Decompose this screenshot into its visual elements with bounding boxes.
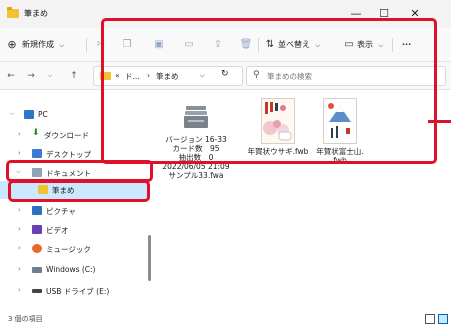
chevron-down-icon: ⌵: [59, 42, 65, 49]
share-icon[interactable]: ⇪: [210, 37, 226, 53]
sidebar-item-label: ピクチャ: [46, 207, 76, 216]
sort-label: 並べ替え: [278, 40, 310, 49]
view-icon: ▭: [344, 39, 354, 50]
toolbar-divider: [392, 38, 393, 52]
sidebar-item-label: デスクトップ: [46, 150, 91, 159]
folder-icon: [100, 72, 111, 80]
sidebar-item-label: USB ドライブ (E:): [46, 287, 110, 296]
file-name: 年賀状富士山. fwb: [316, 147, 364, 165]
file-name: バージョン 16-33 カード数 95 抽出数 0 2022/06/05 21:…: [162, 135, 230, 180]
sort-button[interactable]: 並べ替え ⌵: [278, 37, 320, 53]
sidebar-item-usb-e[interactable]: › USB ドライブ (E:): [0, 282, 150, 300]
address-bar: ← → ⌵ ↑ « ド... › 筆まめ ⌵ ↻ ⚲ 筆まめの検索: [0, 62, 451, 90]
sidebar-item-label: Windows (C:): [46, 265, 96, 274]
toolbar-divider: [258, 38, 259, 52]
sidebar-item-documents[interactable]: ⌵ ドキュメント: [0, 164, 150, 182]
recent-locations-icon[interactable]: ⌵: [43, 69, 57, 83]
chevron-right-icon[interactable]: ›: [18, 244, 21, 252]
sort-icon: ⇅: [265, 39, 275, 50]
delete-icon[interactable]: 🗑: [238, 37, 254, 53]
breadcrumb[interactable]: « ド... › 筆まめ ⌵ ↻: [93, 66, 243, 86]
desktop-icon: [32, 149, 42, 158]
chevron-right-icon[interactable]: ›: [18, 206, 21, 214]
window-title: 筆まめ: [24, 9, 48, 18]
chevron-right-icon[interactable]: ›: [18, 149, 21, 157]
sidebar-item-desktop[interactable]: › デスクトップ: [0, 145, 150, 163]
more-options-button[interactable]: ···: [402, 37, 411, 53]
search-box[interactable]: ⚲ 筆まめの検索: [246, 66, 446, 86]
file-list: バージョン 16-33 カード数 95 抽出数 0 2022/06/05 21:…: [151, 90, 451, 312]
new-label: 新規作成: [22, 40, 54, 49]
copy-icon[interactable]: ❐: [119, 37, 135, 53]
sidebar-item-music[interactable]: › ミュージック: [0, 240, 150, 258]
chevron-right-icon[interactable]: ›: [18, 265, 21, 273]
sidebar-item-label: ダウンロード: [44, 131, 89, 140]
download-icon: ⬇: [32, 128, 40, 138]
chevron-down-icon[interactable]: ⌵: [10, 110, 15, 118]
sidebar-item-pictures[interactable]: › ピクチャ: [0, 202, 150, 220]
music-icon: [32, 244, 42, 253]
maximize-button[interactable]: ☐: [373, 6, 395, 22]
nengajo-thumbnail: [261, 98, 295, 144]
file-icon: [181, 102, 211, 132]
sidebar-item-label: ドキュメント: [46, 169, 91, 178]
close-button[interactable]: ✕: [404, 6, 426, 22]
chevron-down-icon: ⌵: [315, 42, 321, 49]
pc-icon: [24, 110, 34, 119]
details-view-icon[interactable]: [425, 314, 435, 324]
sidebar-item-windows-c[interactable]: › Windows (C:): [0, 261, 150, 279]
videos-icon: [32, 225, 42, 234]
status-bar: 3 個の項目: [0, 312, 451, 326]
folder-icon: [38, 185, 48, 194]
breadcrumb-overflow[interactable]: «: [115, 71, 120, 80]
up-arrow-icon[interactable]: ↑: [67, 69, 81, 83]
chevron-down-icon: ⌵: [378, 42, 384, 49]
sidebar-item-downloads[interactable]: › ⬇ ダウンロード: [0, 126, 150, 144]
usb-drive-icon: [32, 289, 42, 293]
rename-icon[interactable]: ▭: [181, 37, 197, 53]
documents-icon: [32, 168, 42, 177]
search-placeholder: 筆まめの検索: [267, 72, 312, 81]
plus-circle-icon: ⊕: [7, 38, 17, 51]
sidebar-item-pc[interactable]: ⌵ PC: [0, 106, 150, 124]
chevron-right-icon[interactable]: ›: [18, 286, 21, 294]
view-label: 表示: [357, 40, 373, 49]
sidebar-item-label: ミュージック: [46, 245, 91, 254]
new-button[interactable]: 新規作成 ⌵: [22, 37, 64, 53]
file-item-nengajo-fujisan[interactable]: 年賀状富士山. fwb: [299, 98, 381, 165]
command-bar: ⊕ 新規作成 ⌵ ✂ ❐ ▣ ▭ ⇪ 🗑 ⇅ 並べ替え ⌵ ▭ 表示 ⌵ ···: [0, 28, 451, 62]
sidebar-item-label: ビデオ: [46, 226, 69, 235]
refresh-icon[interactable]: ↻: [221, 69, 229, 79]
title-bar: 筆まめ — ☐ ✕: [0, 0, 451, 28]
sidebar-item-label: PC: [38, 110, 48, 119]
large-icons-view-icon[interactable]: [438, 314, 448, 324]
chevron-down-icon[interactable]: ⌵: [16, 168, 21, 176]
chevron-right-icon[interactable]: ›: [18, 225, 21, 233]
navigation-pane: ⌵ PC › ⬇ ダウンロード › デスクトップ ⌵ ドキュメント 筆まめ › …: [0, 90, 150, 312]
toolbar-divider: [86, 38, 87, 52]
breadcrumb-separator: ›: [147, 71, 150, 80]
chevron-down-icon[interactable]: ⌵: [200, 72, 205, 80]
breadcrumb-documents[interactable]: ド...: [125, 71, 140, 82]
back-arrow-icon[interactable]: ←: [4, 69, 18, 83]
minimize-button[interactable]: —: [345, 6, 367, 22]
view-button[interactable]: 表示 ⌵: [357, 37, 383, 53]
folder-icon: [7, 7, 19, 18]
drive-icon: [32, 267, 42, 273]
cut-icon[interactable]: ✂: [93, 37, 109, 53]
forward-arrow-icon[interactable]: →: [24, 69, 38, 83]
sidebar-item-fudemame[interactable]: 筆まめ: [0, 181, 150, 199]
file-item-sample33[interactable]: バージョン 16-33 カード数 95 抽出数 0 2022/06/05 21:…: [155, 98, 237, 180]
search-icon: ⚲: [253, 70, 260, 80]
nengajo-thumbnail: [323, 98, 357, 144]
paste-icon[interactable]: ▣: [151, 37, 167, 53]
pictures-icon: [32, 206, 42, 215]
sidebar-item-label: 筆まめ: [52, 186, 75, 195]
chevron-right-icon[interactable]: ›: [18, 130, 21, 138]
breadcrumb-current[interactable]: 筆まめ: [156, 71, 179, 82]
sidebar-item-videos[interactable]: › ビデオ: [0, 221, 150, 239]
item-count: 3 個の項目: [8, 315, 43, 323]
